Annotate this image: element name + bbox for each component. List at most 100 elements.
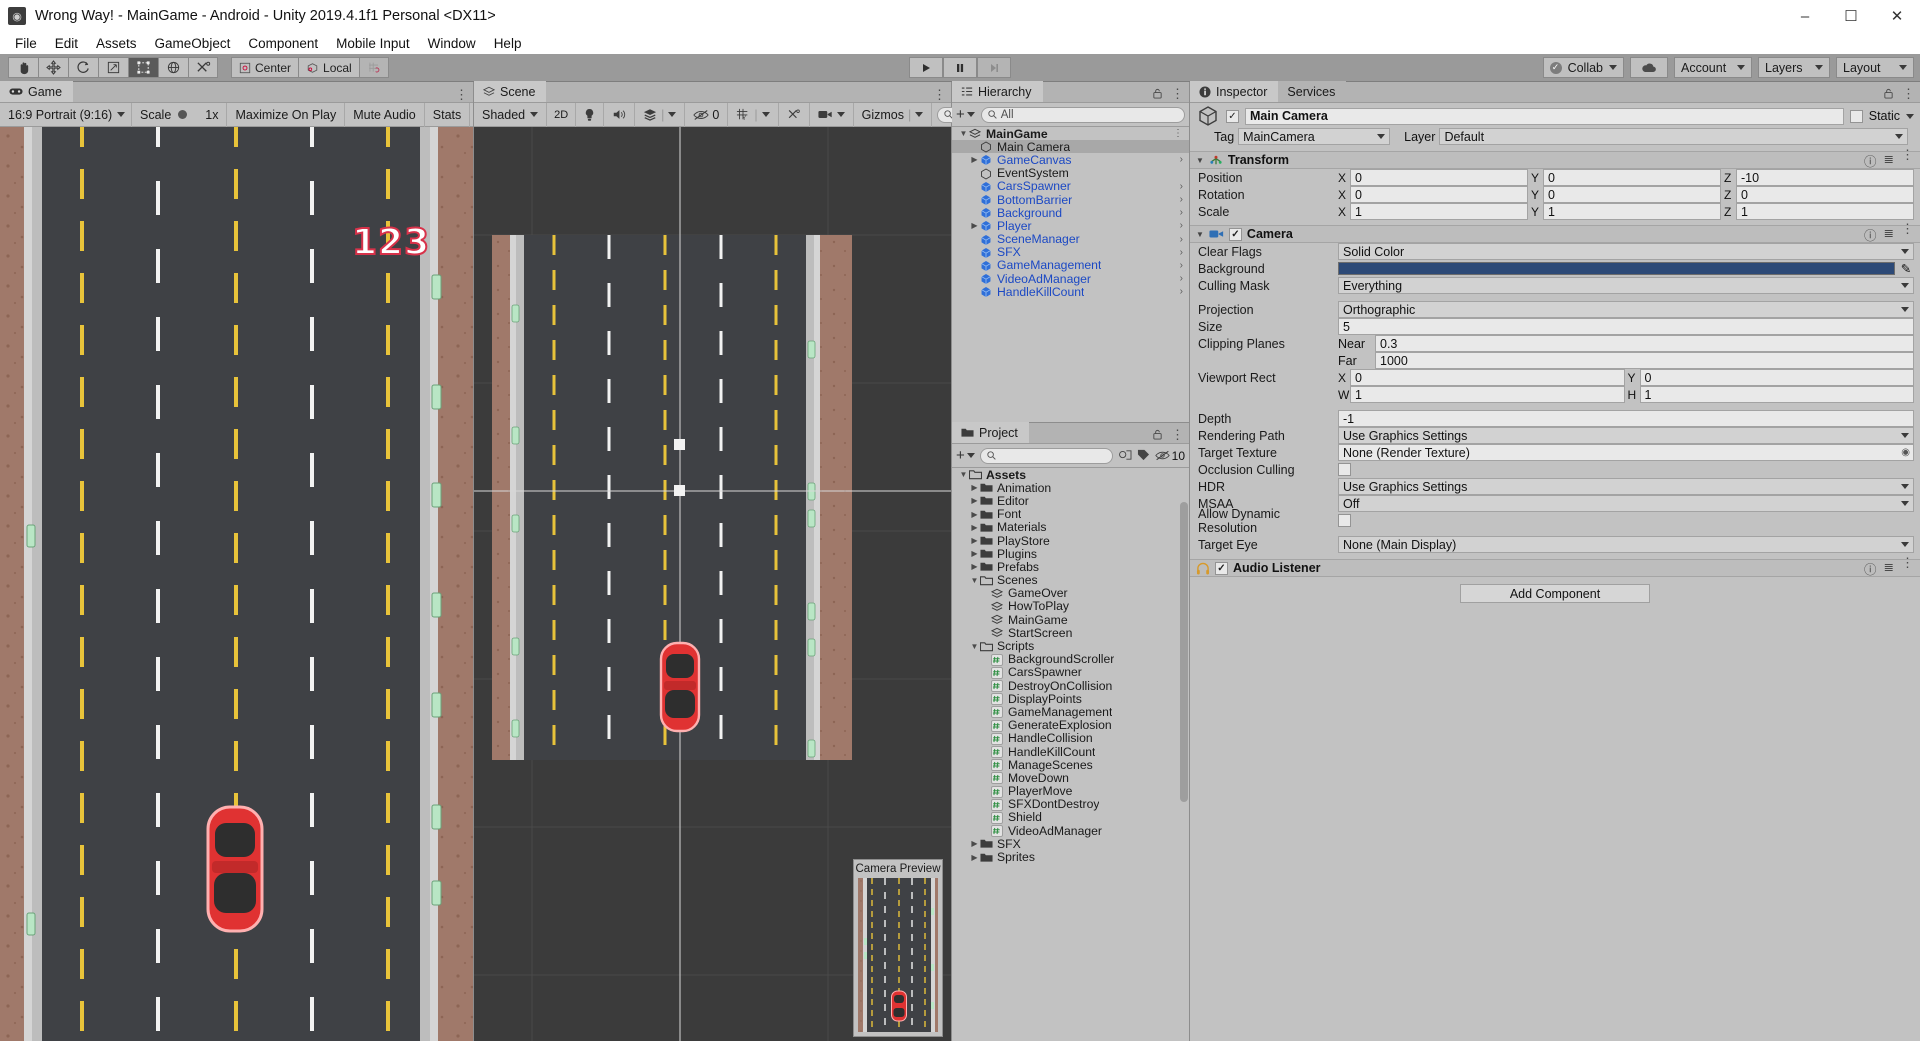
- tag-dropdown[interactable]: MainCamera: [1238, 128, 1391, 145]
- project-row[interactable]: BackgroundScroller: [952, 652, 1189, 666]
- transform-tool-icon[interactable]: [158, 57, 188, 78]
- scene-lighting-toggle[interactable]: [576, 102, 605, 127]
- pivot-mode-button[interactable]: Center: [231, 57, 299, 78]
- project-row[interactable]: DisplayPoints: [952, 692, 1189, 706]
- target-texture-field[interactable]: None (Render Texture) ◉: [1338, 444, 1914, 461]
- hierarchy-row[interactable]: ▶ GameCanvas ›: [952, 153, 1189, 167]
- tab-project[interactable]: Project: [952, 422, 1029, 443]
- project-row[interactable]: ▶ Materials: [952, 520, 1189, 534]
- project-row[interactable]: StartScreen: [952, 626, 1189, 640]
- viewport-y-field[interactable]: 0: [1639, 369, 1914, 386]
- prefab-open-chevron-icon[interactable]: ›: [1180, 207, 1183, 218]
- collapse-arrow-icon[interactable]: ▼: [1196, 156, 1204, 165]
- inspector-tab-menu[interactable]: ⋮: [1883, 87, 1915, 100]
- project-row[interactable]: ▶ Plugins: [952, 547, 1189, 561]
- grid-snapping-icon[interactable]: [358, 57, 389, 78]
- menu-item-component[interactable]: Component: [239, 34, 327, 53]
- expand-arrow-icon[interactable]: ▶: [969, 510, 980, 519]
- hierarchy-row[interactable]: VideoAdManager ›: [952, 272, 1189, 286]
- hdr-dropdown[interactable]: Use Graphics Settings: [1338, 478, 1914, 495]
- hierarchy-row[interactable]: ▶ Player ›: [952, 219, 1189, 233]
- project-row[interactable]: ▼ Scenes: [952, 573, 1189, 587]
- expand-arrow-icon[interactable]: ▶: [969, 155, 980, 164]
- chevron-down-icon[interactable]: [1906, 113, 1914, 119]
- rect-tool-icon[interactable]: [128, 57, 158, 78]
- project-tab-menu[interactable]: ⋮: [1152, 428, 1184, 441]
- object-enabled-checkbox[interactable]: ✓: [1226, 109, 1239, 123]
- expand-arrow-icon[interactable]: ▶: [969, 221, 980, 230]
- scene-gizmos-dropdown[interactable]: Gizmos |: [854, 102, 933, 127]
- expand-arrow-icon[interactable]: ▶: [969, 496, 980, 505]
- aspect-ratio-dropdown[interactable]: 16:9 Portrait (9:16): [0, 102, 132, 127]
- hierarchy-row[interactable]: Main Camera: [952, 140, 1189, 154]
- scene-audio-toggle[interactable]: [604, 102, 636, 127]
- cloud-button[interactable]: [1630, 57, 1668, 78]
- static-checkbox[interactable]: [1849, 109, 1863, 123]
- game-view-tab-menu[interactable]: ⋮: [455, 88, 468, 101]
- menu-item-mobileinput[interactable]: Mobile Input: [327, 34, 419, 53]
- rotate-tool-icon[interactable]: [68, 57, 98, 78]
- tab-hierarchy[interactable]: Hierarchy: [952, 81, 1043, 102]
- preset-icon[interactable]: ≣: [1884, 225, 1894, 244]
- project-row[interactable]: ▶ Animation: [952, 481, 1189, 495]
- project-row[interactable]: MoveDown: [952, 771, 1189, 785]
- help-icon[interactable]: ⓘ: [1864, 151, 1877, 170]
- project-row[interactable]: ▼ Scripts: [952, 639, 1189, 653]
- viewport-w-field[interactable]: 1: [1350, 386, 1625, 403]
- project-row[interactable]: VideoAdManager: [952, 824, 1189, 838]
- prefab-open-chevron-icon[interactable]: ›: [1180, 247, 1183, 258]
- scene-visibility-toggle[interactable]: 0: [685, 102, 729, 127]
- game-render-canvas[interactable]: 123: [0, 127, 473, 1041]
- stats-toggle[interactable]: Stats: [425, 102, 471, 127]
- expand-arrow-icon[interactable]: ▶: [969, 549, 980, 558]
- maximize-button[interactable]: ☐: [1828, 0, 1874, 32]
- hierarchy-tab-menu[interactable]: ⋮: [1152, 87, 1184, 100]
- eyedropper-icon[interactable]: ✎: [1898, 261, 1914, 276]
- expand-arrow-icon[interactable]: ▶: [969, 853, 980, 862]
- menu-item-assets[interactable]: Assets: [87, 34, 146, 53]
- hierarchy-row[interactable]: SceneManager ›: [952, 232, 1189, 246]
- collapse-arrow-icon[interactable]: ▼: [1196, 230, 1204, 239]
- project-hidden-count[interactable]: 10: [1154, 449, 1185, 463]
- menu-item-window[interactable]: Window: [419, 34, 485, 53]
- collapse-arrow-icon[interactable]: ▼: [958, 470, 969, 479]
- object-picker-icon[interactable]: ◉: [1901, 447, 1910, 458]
- project-row[interactable]: PlayerMove: [952, 784, 1189, 798]
- prefab-open-chevron-icon[interactable]: ›: [1180, 273, 1183, 284]
- kebab-icon[interactable]: ⋮: [1902, 87, 1915, 100]
- kebab-icon[interactable]: ⋮: [1901, 148, 1914, 170]
- project-row[interactable]: ▶ Editor: [952, 494, 1189, 508]
- expand-arrow-icon[interactable]: ▶: [969, 523, 980, 532]
- rotation-z-field[interactable]: 0: [1736, 186, 1914, 203]
- kebab-icon[interactable]: ⋮: [933, 88, 946, 101]
- close-button[interactable]: ✕: [1874, 0, 1920, 32]
- background-color-swatch[interactable]: [1338, 262, 1895, 275]
- position-x-field[interactable]: 0: [1350, 169, 1528, 186]
- occlusion-culling-checkbox[interactable]: [1338, 463, 1351, 476]
- object-name-field[interactable]: Main Camera: [1245, 107, 1844, 125]
- audio-listener-enabled-checkbox[interactable]: ✓: [1215, 561, 1228, 575]
- hierarchy-row[interactable]: CarsSpawner ›: [952, 179, 1189, 193]
- account-button[interactable]: Account: [1674, 57, 1752, 78]
- project-row[interactable]: Shield: [952, 810, 1189, 824]
- menu-item-gameobject[interactable]: GameObject: [146, 34, 240, 53]
- rotation-y-field[interactable]: 0: [1543, 186, 1721, 203]
- scene-view-tab-menu[interactable]: ⋮: [933, 88, 946, 101]
- prefab-open-chevron-icon[interactable]: ›: [1180, 181, 1183, 192]
- kebab-icon[interactable]: ⋮: [1901, 222, 1914, 244]
- scene-grid-dropdown[interactable]: Y |: [728, 102, 779, 127]
- kebab-icon[interactable]: ⋮: [1173, 128, 1183, 139]
- custom-editor-tool-icon[interactable]: [188, 57, 218, 78]
- menu-item-edit[interactable]: Edit: [46, 34, 87, 53]
- scale-slider-handle[interactable]: [178, 110, 188, 119]
- project-row[interactable]: ▼ Assets: [952, 468, 1189, 482]
- expand-arrow-icon[interactable]: ▶: [969, 562, 980, 571]
- project-row[interactable]: HandleKillCount: [952, 745, 1189, 759]
- prefab-open-chevron-icon[interactable]: ›: [1180, 260, 1183, 271]
- kebab-icon[interactable]: ⋮: [1171, 87, 1184, 100]
- collapse-arrow-icon[interactable]: ▼: [969, 576, 980, 585]
- depth-field[interactable]: -1: [1338, 410, 1914, 427]
- position-z-field[interactable]: -10: [1736, 169, 1914, 186]
- prefab-open-chevron-icon[interactable]: ›: [1180, 220, 1183, 231]
- hierarchy-row[interactable]: SFX ›: [952, 245, 1189, 259]
